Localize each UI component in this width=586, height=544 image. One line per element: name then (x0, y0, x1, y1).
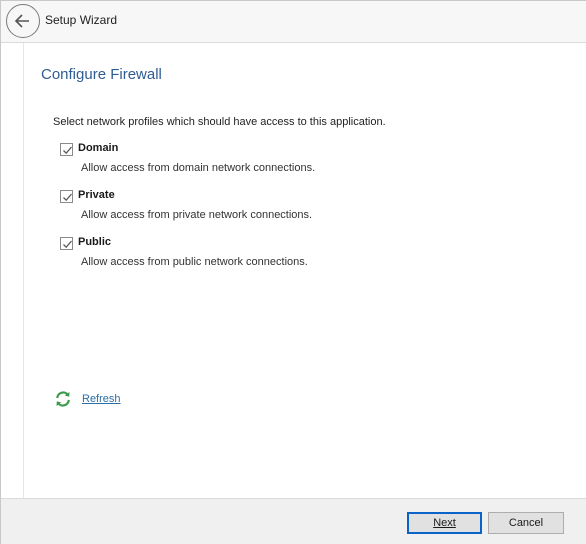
footer-bar: Next Cancel (1, 498, 586, 544)
private-description: Allow access from private network connec… (81, 209, 313, 221)
refresh-icon[interactable] (54, 390, 72, 408)
back-button[interactable] (6, 4, 40, 38)
setup-wizard-window: Setup Wizard Configure Firewall Select n… (0, 0, 586, 544)
domain-description: Allow access from domain network connect… (81, 162, 316, 174)
back-arrow-icon (14, 14, 29, 28)
public-label: Public (78, 236, 112, 248)
domain-label: Domain (78, 142, 119, 154)
next-button[interactable]: Next (407, 512, 482, 534)
wizard-content: Configure Firewall Select network profil… (23, 43, 586, 498)
domain-checkbox[interactable] (60, 143, 73, 156)
checkmark-icon (63, 146, 72, 155)
checkmark-icon (63, 240, 72, 249)
instruction-text: Select network profiles which should hav… (53, 116, 386, 128)
title-bar: Setup Wizard (1, 1, 586, 43)
checkmark-icon (63, 193, 72, 202)
cancel-button-label: Cancel (508, 517, 544, 529)
private-checkbox[interactable] (60, 190, 73, 203)
public-checkbox[interactable] (60, 237, 73, 250)
window-title: Setup Wizard (45, 13, 118, 27)
refresh-link[interactable]: Refresh (82, 393, 121, 405)
page-title: Configure Firewall (41, 66, 162, 83)
cancel-button[interactable]: Cancel (488, 512, 564, 534)
next-button-label: Next (433, 517, 456, 529)
public-description: Allow access from public network connect… (81, 256, 308, 268)
private-label: Private (78, 189, 115, 201)
